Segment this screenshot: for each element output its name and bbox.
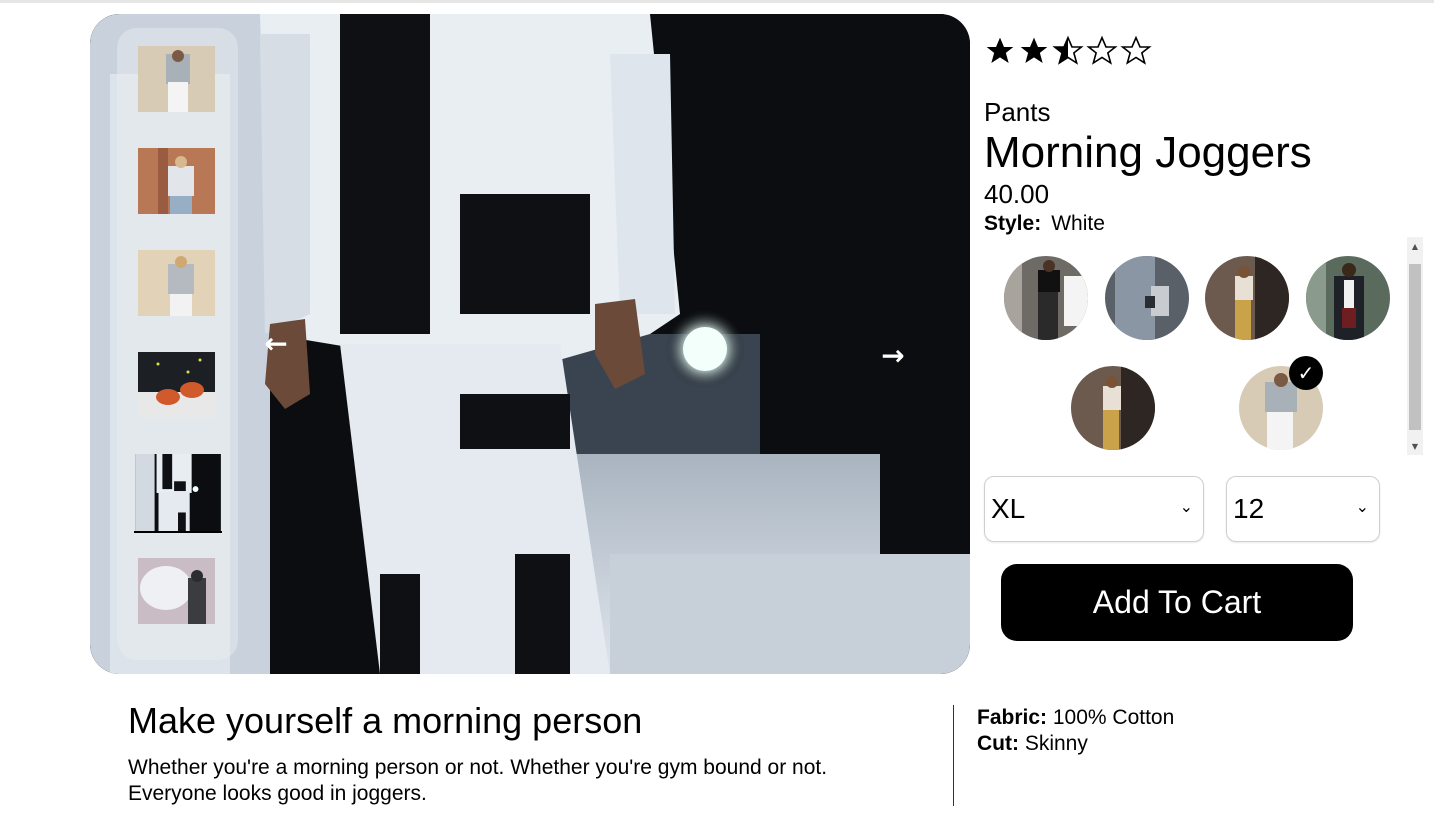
selected-style-name: White (1051, 212, 1105, 235)
quantity-select-value: 12 (1233, 493, 1265, 524)
arrow-left-icon[interactable]: ← (256, 323, 296, 363)
thumbnail-3[interactable] (138, 250, 215, 316)
feature-value: Skinny (1024, 732, 1088, 755)
description-line-2: Everyone looks good in joggers. (128, 782, 427, 805)
thumbnail-4[interactable] (138, 352, 215, 418)
thumbnail-rail (117, 28, 238, 660)
style-swatch-3[interactable] (1205, 256, 1289, 340)
product-price: 40.00 (984, 179, 1050, 209)
thumbnail-2[interactable] (138, 148, 215, 214)
scroll-down-icon[interactable]: ▼ (1407, 439, 1423, 453)
star-full-icon (1020, 37, 1048, 63)
star-empty-icon (1120, 35, 1152, 65)
style-swatch-4[interactable] (1306, 256, 1390, 340)
product-name: Morning Joggers (984, 128, 1312, 177)
chevron-down-icon: ⌄ (1355, 497, 1369, 516)
top-border (0, 0, 1434, 3)
arrow-right-icon[interactable]: → (873, 335, 913, 375)
feature-label: Fabric: (977, 706, 1048, 729)
product-category: Pants (984, 97, 1051, 127)
thumbnail-6[interactable] (138, 558, 215, 624)
styles-scrollbar[interactable]: ▲ ▼ (1407, 237, 1423, 455)
size-select-value: XL (991, 493, 1026, 524)
feature-label: Cut: (977, 732, 1019, 755)
section-divider (953, 705, 954, 806)
feature-cut: Cut: Skinny (977, 732, 1088, 756)
style-row: Style: White (984, 212, 1105, 236)
main-image-gallery: ← → (90, 14, 970, 674)
add-to-cart-button[interactable]: Add To Cart (1001, 564, 1353, 641)
checkmark-icon: ✓ (1289, 356, 1323, 390)
feature-fabric: Fabric: 100% Cotton (977, 706, 1174, 730)
style-swatch-2[interactable] (1105, 256, 1189, 340)
scroll-up-icon[interactable]: ▲ (1407, 239, 1423, 253)
size-select[interactable]: XL ⌄ (984, 476, 1204, 542)
description-body: Whether you're a morning person or not. … (128, 755, 928, 807)
quantity-select[interactable]: 12 ⌄ (1226, 476, 1380, 542)
chevron-down-icon: ⌄ (1179, 497, 1193, 516)
thumbnail-1[interactable] (138, 46, 215, 112)
star-half-icon (1052, 35, 1084, 65)
thumbnail-5[interactable] (134, 454, 222, 533)
star-rating (984, 34, 1152, 68)
style-selector: ✓ ▲ ▼ (984, 237, 1424, 455)
star-empty-icon (1086, 35, 1118, 65)
description-title: Make yourself a morning person (128, 700, 643, 741)
scrollbar-thumb[interactable] (1409, 264, 1421, 430)
style-swatch-1[interactable] (1004, 256, 1088, 340)
feature-value: 100% Cotton (1052, 706, 1175, 729)
style-swatch-5[interactable] (1071, 366, 1155, 450)
star-full-icon (986, 37, 1014, 63)
description-line-1: Whether you're a morning person or not. … (128, 756, 828, 779)
style-label: Style: (984, 212, 1042, 235)
